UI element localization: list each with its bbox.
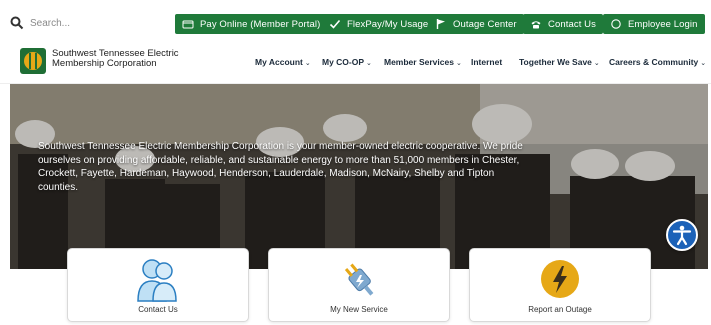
chevron-down-icon: ⌄ xyxy=(700,60,707,67)
accessibility-icon xyxy=(672,225,692,246)
nav-member-services-label: Member Services xyxy=(384,57,454,67)
outage-center-label: Outage Center xyxy=(453,18,517,30)
circle-icon xyxy=(611,19,621,29)
employee-login-label: Employee Login xyxy=(628,18,698,30)
people-icon xyxy=(137,259,177,302)
search-icon xyxy=(10,16,24,30)
phone-icon xyxy=(531,21,541,29)
main-header: Southwest Tennessee Electric Membership … xyxy=(0,46,711,84)
logo-text[interactable]: Southwest Tennessee Electric Membership … xyxy=(52,49,179,69)
contact-us-label: Contact Us xyxy=(548,18,596,30)
nav-careers-community[interactable]: Careers & Community ⌄ xyxy=(609,57,706,67)
flag-icon xyxy=(436,19,445,29)
nav-my-account-label: My Account xyxy=(255,57,303,67)
contact-us-card-label: Contact Us xyxy=(138,305,178,314)
accessibility-button[interactable] xyxy=(666,219,698,251)
top-bar: Search... Pay Online (Member Portal) Fle… xyxy=(0,0,711,46)
nav-my-account[interactable]: My Account ⌄ xyxy=(255,57,311,67)
chevron-down-icon: ⌄ xyxy=(455,60,462,67)
pay-online-button[interactable]: Pay Online (Member Portal) xyxy=(175,14,328,34)
nav-careers-community-label: Careers & Community xyxy=(609,57,699,67)
credit-card-icon xyxy=(182,20,194,29)
contact-us-card[interactable]: Contact Us xyxy=(67,248,249,322)
logo-icon[interactable] xyxy=(20,48,46,74)
lightning-icon xyxy=(541,260,579,298)
chevron-down-icon: ⌄ xyxy=(593,60,600,67)
report-outage-card[interactable]: Report an Outage xyxy=(469,248,651,322)
search-input[interactable]: Search... xyxy=(30,18,70,29)
flexpay-label: FlexPay/My Usage xyxy=(347,18,429,30)
nav-internet-label: Internet xyxy=(471,57,503,67)
nav-together-we-save[interactable]: Together We Save ⌄ xyxy=(519,57,600,67)
my-new-service-card-label: My New Service xyxy=(330,305,388,314)
report-outage-card-label: Report an Outage xyxy=(528,305,592,314)
logo-line-2: Membership Corporation xyxy=(52,58,157,69)
chevron-down-icon: ⌄ xyxy=(366,60,372,67)
search-box[interactable]: Search... xyxy=(10,12,165,34)
nav-internet[interactable]: Internet xyxy=(471,57,502,67)
contact-us-button[interactable]: Contact Us xyxy=(523,14,603,34)
hero-banner: Southwest Tennessee Electric Membership … xyxy=(10,84,708,269)
checkmark-icon xyxy=(329,19,341,29)
plug-icon xyxy=(344,263,374,296)
outage-center-button[interactable]: Outage Center xyxy=(428,14,524,34)
pay-online-label: Pay Online (Member Portal) xyxy=(200,18,321,30)
hero-description: Southwest Tennessee Electric Membership … xyxy=(38,141,523,193)
flexpay-button[interactable]: FlexPay/My Usage xyxy=(322,14,436,34)
nav-together-we-save-label: Together We Save xyxy=(519,57,592,67)
chevron-down-icon: ⌄ xyxy=(304,60,311,67)
nav-my-coop-label: My CO-OP xyxy=(322,57,365,67)
nav-my-coop[interactable]: My CO-OP ⌄ xyxy=(322,57,372,67)
my-new-service-card[interactable]: My New Service xyxy=(268,248,450,322)
nav-member-services[interactable]: Member Services ⌄ xyxy=(384,57,462,67)
employee-login-button[interactable]: Employee Login xyxy=(603,14,705,34)
